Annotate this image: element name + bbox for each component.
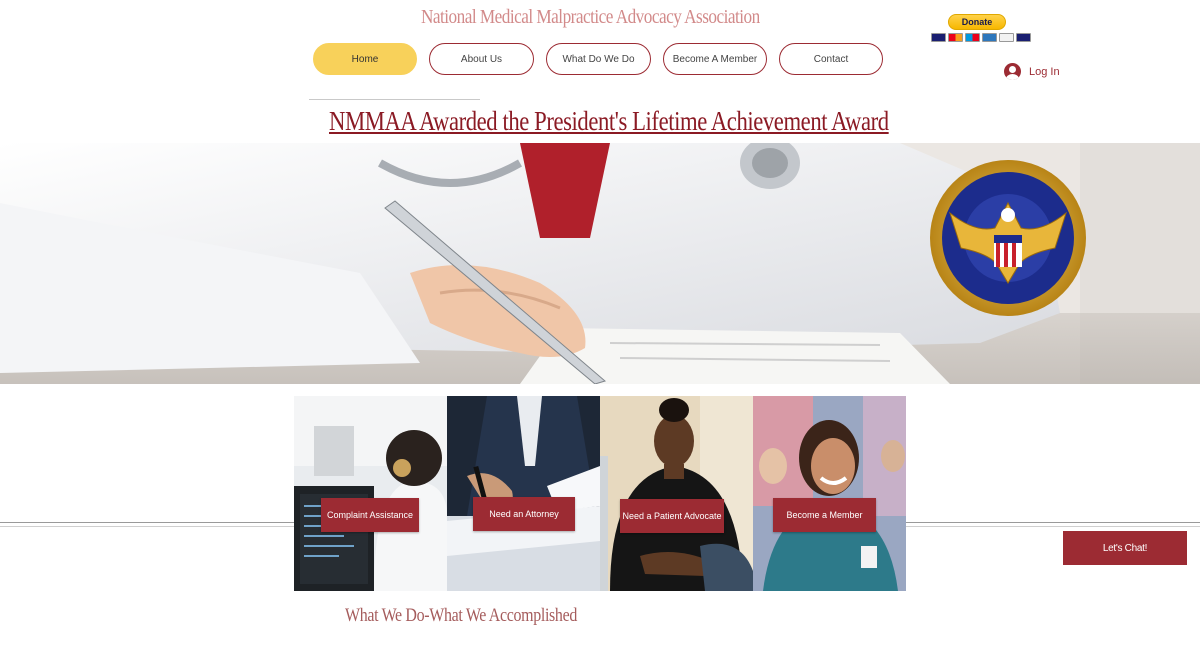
section-heading: What We Do-What We Accomplished: [345, 605, 577, 626]
divider: [309, 99, 480, 100]
award-badge-icon: [930, 160, 1086, 316]
user-icon: [1004, 63, 1021, 80]
tile-need-a-patient-advocate[interactable]: Need a Patient Advocate: [600, 396, 753, 591]
nav-what-do-we-do[interactable]: What Do We Do: [546, 43, 651, 75]
paypal-donate[interactable]: Donate: [931, 13, 1031, 45]
site-title[interactable]: National Medical Malpractice Advocacy As…: [421, 6, 760, 29]
complaint-assistance-button[interactable]: Complaint Assistance: [321, 498, 419, 532]
payment-cards-icon: [931, 33, 1031, 42]
login-link[interactable]: Log In: [1004, 63, 1060, 80]
nav-become-a-member[interactable]: Become A Member: [663, 43, 767, 75]
need-an-attorney-button[interactable]: Need an Attorney: [473, 497, 575, 531]
tile-complaint-assistance[interactable]: Complaint Assistance: [294, 396, 447, 591]
nav-contact[interactable]: Contact: [779, 43, 883, 75]
nav-about-us[interactable]: About Us: [429, 43, 534, 75]
attorney-signing-image: [447, 396, 600, 591]
nurse-advocate-image: [600, 396, 753, 591]
tile-become-a-member[interactable]: Become a Member: [753, 396, 906, 591]
person-at-computer-image: [294, 396, 447, 591]
lets-chat-button[interactable]: Let's Chat!: [1063, 531, 1187, 565]
login-label: Log In: [1029, 65, 1060, 78]
hero-image: [0, 143, 1200, 384]
become-a-member-button[interactable]: Become a Member: [773, 498, 876, 532]
nav-home[interactable]: Home: [313, 43, 417, 75]
smiling-woman-image: [753, 396, 906, 591]
doctor-writing-image: [0, 143, 1200, 384]
need-a-patient-advocate-button[interactable]: Need a Patient Advocate: [620, 499, 724, 533]
headline-link[interactable]: NMMAA Awarded the President's Lifetime A…: [329, 106, 889, 137]
donate-button[interactable]: Donate: [948, 14, 1006, 30]
tile-need-an-attorney[interactable]: Need an Attorney: [447, 396, 600, 591]
